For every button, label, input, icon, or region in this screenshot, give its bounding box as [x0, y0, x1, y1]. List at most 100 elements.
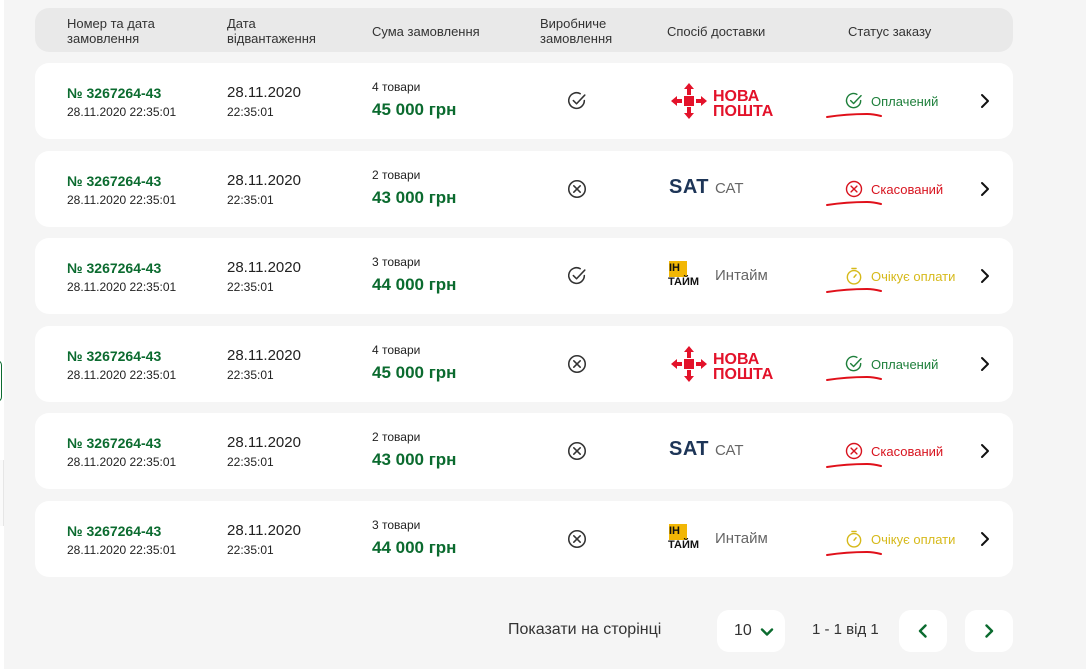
- order-row[interactable]: № 3267264-43 28.11.2020 22:35:01 28.11.202…: [35, 501, 1013, 577]
- order-row[interactable]: № 3267264-43 28.11.2020 22:35:01 28.11.202…: [35, 63, 1013, 139]
- left-edge-button[interactable]: [0, 360, 2, 402]
- chevron-right-icon: [981, 269, 989, 283]
- prev-page-button[interactable]: [899, 610, 947, 652]
- annotation-underline: [826, 462, 882, 468]
- per-page-value: 10: [734, 622, 752, 639]
- x-circle-icon: [567, 354, 587, 374]
- next-page-button[interactable]: [965, 610, 1013, 652]
- chevron-right-icon: [981, 94, 989, 108]
- intime-logo-top: ІН: [669, 525, 680, 537]
- order-row[interactable]: № 3267264-43 28.11.2020 22:35:01 28.11.202…: [35, 151, 1013, 227]
- carrier-logo-line1: НОВА: [713, 88, 760, 105]
- nova-poshta-logo-icon: [671, 83, 707, 119]
- items-count: 3 товари: [372, 518, 421, 532]
- x-circle-icon: [567, 529, 587, 549]
- carrier-logo-text: НОВА ПОШТА: [713, 88, 774, 120]
- order-number[interactable]: № 3267264-43: [67, 523, 161, 539]
- carrier-name: САТ: [715, 180, 744, 197]
- order-created-datetime: 28.11.2020 22:35:01: [67, 368, 177, 382]
- annotation-underline: [826, 200, 882, 206]
- annotation-underline: [826, 550, 882, 556]
- ship-time: 22:35:01: [227, 193, 274, 207]
- status-label: Очікує оплати: [871, 532, 956, 547]
- order-total: 43 000 грн: [372, 188, 457, 207]
- chevron-left-icon: [918, 624, 927, 638]
- order-created-datetime: 28.11.2020 22:35:01: [67, 105, 177, 119]
- x-circle-icon: [567, 179, 587, 199]
- order-created-datetime: 28.11.2020 22:35:01: [67, 455, 177, 469]
- order-number[interactable]: № 3267264-43: [67, 435, 161, 451]
- nova-poshta-logo-icon: [671, 346, 707, 382]
- header-ship-date: Дата відвантаження: [227, 16, 316, 46]
- intime-logo: ІН ТАЙМ: [668, 261, 706, 291]
- items-count: 4 товари: [372, 80, 421, 94]
- check-circle-icon: [845, 355, 862, 372]
- x-circle-icon: [567, 441, 587, 461]
- carrier-logo-text: НОВА ПОШТА: [713, 352, 774, 383]
- order-row[interactable]: № 3267264-43 28.11.2020 22:35:01 28.11.202…: [35, 413, 1013, 489]
- header-production: Виробниче замовлення: [540, 16, 613, 46]
- status-label: Скасований: [871, 444, 944, 459]
- intime-logo-top: ІН: [669, 262, 680, 274]
- order-total: 45 000 грн: [372, 100, 457, 119]
- ship-time: 22:35:01: [227, 368, 274, 382]
- ship-date: 28.11.2020: [227, 522, 301, 539]
- ship-date: 28.11.2020: [227, 84, 301, 101]
- timer-icon: [846, 530, 862, 548]
- order-number[interactable]: № 3267264-43: [67, 260, 161, 276]
- carrier-logo-line2: ПОШТА: [713, 366, 774, 383]
- chevron-right-icon: [981, 444, 989, 458]
- order-total: 44 000 грн: [372, 538, 457, 557]
- order-row[interactable]: № 3267264-43 28.11.2020 22:35:01 28.11.202…: [35, 326, 1013, 402]
- order-row[interactable]: № 3267264-43 28.11.2020 22:35:01 28.11.202…: [35, 238, 1013, 314]
- annotation-underline: [826, 287, 882, 293]
- ship-time: 22:35:01: [227, 280, 274, 294]
- check-circle-icon: [845, 92, 862, 109]
- ship-date: 28.11.2020: [227, 172, 301, 189]
- items-count: 3 товари: [372, 255, 421, 269]
- status-label: Оплачений: [871, 357, 939, 372]
- x-circle-icon: [845, 442, 863, 460]
- ship-time: 22:35:01: [227, 543, 274, 557]
- header-sum: Сума замовлення: [372, 24, 480, 39]
- chevron-down-icon: [760, 628, 774, 636]
- check-circle-icon: [567, 267, 586, 285]
- per-page-label: Показати на сторінці: [508, 621, 662, 638]
- items-count: 4 товари: [372, 343, 421, 357]
- carrier-name: САТ: [715, 442, 744, 459]
- order-total: 45 000 грн: [372, 363, 457, 382]
- timer-icon: [846, 267, 862, 285]
- carrier-logo-line2: ПОШТА: [713, 103, 774, 120]
- carrier-name: Интайм: [715, 267, 768, 284]
- pagination-range: 1 - 1 від 1: [812, 621, 879, 638]
- order-total: 43 000 грн: [372, 450, 457, 469]
- header-order: Номер та дата замовлення: [67, 16, 155, 46]
- header-status: Статус заказу: [848, 24, 932, 39]
- status-label: Скасований: [871, 182, 944, 197]
- items-count: 2 товари: [372, 168, 421, 182]
- chevron-right-icon: [981, 357, 989, 371]
- chevron-right-icon: [985, 624, 994, 638]
- order-total: 44 000 грн: [372, 275, 457, 294]
- sat-logo: SAT: [669, 176, 710, 198]
- order-number[interactable]: № 3267264-43: [67, 85, 161, 101]
- status-label: Очікує оплати: [871, 269, 956, 284]
- left-edge-divider: [0, 460, 4, 526]
- order-created-datetime: 28.11.2020 22:35:01: [67, 543, 177, 557]
- status-label: Оплачений: [871, 94, 939, 109]
- items-count: 2 товари: [372, 430, 421, 444]
- check-circle-icon: [567, 92, 586, 110]
- order-number[interactable]: № 3267264-43: [67, 173, 161, 189]
- intime-logo-bottom: ТАЙМ: [668, 539, 700, 551]
- ship-date: 28.11.2020: [227, 259, 301, 276]
- order-created-datetime: 28.11.2020 22:35:01: [67, 280, 177, 294]
- annotation-underline: [826, 112, 882, 118]
- order-number[interactable]: № 3267264-43: [67, 348, 161, 364]
- per-page-select[interactable]: 10: [717, 610, 785, 652]
- ship-date: 28.11.2020: [227, 347, 301, 364]
- order-created-datetime: 28.11.2020 22:35:01: [67, 193, 177, 207]
- chevron-right-icon: [981, 182, 989, 196]
- intime-logo-bottom: ТАЙМ: [668, 276, 700, 288]
- annotation-underline: [826, 375, 882, 381]
- header-delivery: Спосіб доставки: [667, 24, 766, 39]
